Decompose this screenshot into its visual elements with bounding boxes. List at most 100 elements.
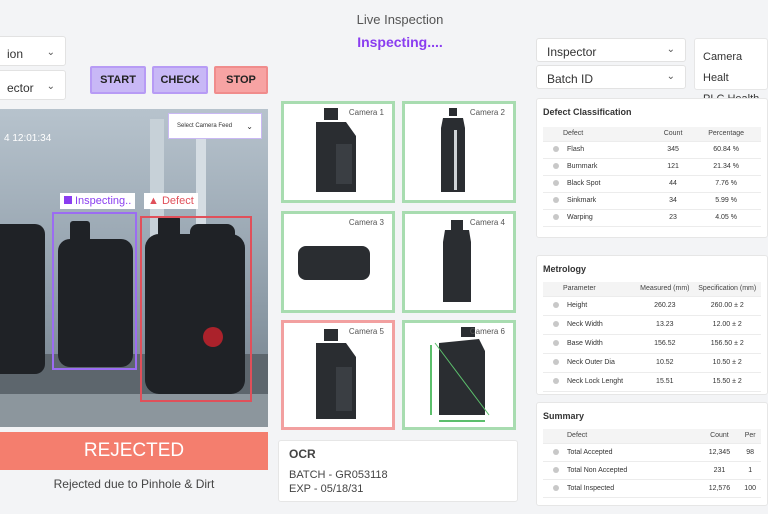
inspection-status: Inspecting....: [357, 34, 443, 50]
status-dot-icon: [553, 484, 559, 491]
defect-count: 34: [654, 192, 692, 210]
health-panel: Camera Healt PLC Health: [694, 38, 768, 105]
rejected-banner: REJECTED: [0, 432, 268, 470]
defect-name: Black Spot: [567, 180, 601, 187]
column-header: Per: [739, 429, 761, 444]
left-dropdown-2[interactable]: ector ⌄: [0, 70, 66, 100]
ocr-line-1: BATCH - GR053118: [289, 469, 388, 481]
inspecting-tag-label: Inspecting..: [75, 195, 132, 207]
table-row: Sinkmark 34 5.99 %: [543, 192, 761, 210]
status-dot-icon: [553, 340, 559, 347]
batch-id-dropdown[interactable]: Batch ID ⌄: [536, 65, 686, 89]
left-dropdown-2-value: ector: [7, 81, 34, 95]
parameter-name: Neck Lock Lenght: [567, 378, 624, 385]
stop-button[interactable]: STOP: [214, 66, 268, 94]
defect-count: 44: [654, 175, 692, 193]
camera-tile-4[interactable]: Camera 4: [402, 211, 516, 313]
defect-percentage: 7.76 %: [691, 175, 761, 193]
summary-panel: Summary Defect Count Per Total Accepted …: [536, 402, 768, 506]
measured-value: 10.52: [636, 353, 694, 373]
parameter-name: Neck Width: [567, 321, 603, 328]
reject-reason: Rejected due to Pinhole & Dirt: [53, 477, 215, 491]
parameter-name: Neck Outer Dia: [567, 359, 615, 366]
inspector-dropdown-label: Inspector: [547, 45, 597, 59]
status-dot-icon: [553, 302, 559, 309]
specification-value: 156.50 ± 2: [693, 334, 761, 354]
left-dropdown-1-value: ion: [7, 47, 24, 61]
specification-value: 12.00 ± 2: [693, 315, 761, 335]
chevron-down-icon: ⌄: [246, 122, 253, 131]
check-button[interactable]: CHECK: [152, 66, 208, 94]
measured-value: 156.52: [636, 334, 694, 354]
metrology-title: Metrology: [543, 264, 587, 274]
square-icon: [64, 196, 72, 204]
camera-feed-select[interactable]: Select Camera Feed ⌄: [168, 113, 262, 139]
specification-value: 260.00 ± 2: [693, 296, 761, 316]
chevron-down-icon: ⌄: [46, 81, 55, 92]
parameter-name: Base Width: [567, 340, 603, 347]
video-timestamp: 4 12:01:34: [4, 133, 52, 144]
summary-count: 12,345: [699, 443, 740, 462]
measured-value: 260.23: [636, 296, 694, 316]
status-dot-icon: [553, 146, 559, 153]
camera-label: Camera 6: [469, 327, 505, 336]
defect-tag-label: Defect: [161, 195, 194, 207]
defect-classification-table: Defect Count Percentage Flash 345 60.84 …: [543, 127, 761, 227]
defect-name: Sinkmark: [567, 197, 597, 204]
ocr-title: OCR: [289, 447, 316, 461]
camera-label: Camera 2: [469, 108, 505, 117]
camera-label: Camera 1: [348, 108, 384, 117]
table-row: Burnmark 121 21.34 %: [543, 158, 761, 176]
ocr-panel: OCR BATCH - GR053118 EXP - 05/18/31: [278, 440, 518, 502]
camera-tile-1[interactable]: Camera 1: [281, 101, 395, 203]
inspecting-bounding-box: [52, 212, 137, 370]
bottle-image: [316, 329, 356, 419]
summary-count: 12,576: [699, 479, 740, 498]
bottle-image: [443, 220, 471, 302]
defect-name: Warping: [567, 214, 593, 221]
measured-value: 15.51: [636, 372, 694, 392]
chevron-down-icon: ⌄: [666, 44, 675, 55]
column-header: Percentage: [691, 127, 761, 142]
left-dropdown-1[interactable]: ion ⌄: [0, 36, 66, 66]
table-row: Black Spot 44 7.76 %: [543, 175, 761, 193]
table-row: Total Non Accepted 231 1: [543, 461, 761, 480]
column-header: Measured (mm): [636, 282, 694, 297]
bottle-image: [430, 327, 490, 422]
specification-value: 10.50 ± 2: [693, 353, 761, 373]
camera-tile-5[interactable]: Camera 5: [281, 320, 395, 430]
defect-name: Burnmark: [567, 163, 598, 170]
summary-label: Total Inspected: [567, 484, 615, 492]
bottle-image: [298, 246, 370, 280]
summary-label: Total Accepted: [567, 448, 613, 456]
defect-count: 23: [654, 209, 692, 227]
start-button[interactable]: START: [90, 66, 146, 94]
measured-value: 13.23: [636, 315, 694, 335]
defect-percentage: 21.34 %: [691, 158, 761, 176]
defect-percentage: 60.84 %: [691, 141, 761, 159]
defect-percentage: 4.05 %: [691, 209, 761, 227]
inspector-dropdown[interactable]: Inspector ⌄: [536, 38, 686, 62]
metrology-panel: Metrology Parameter Measured (mm) Specif…: [536, 255, 768, 395]
defect-bounding-box: [140, 216, 252, 402]
bottle-image: [441, 108, 465, 192]
camera-label: Camera 5: [348, 327, 384, 336]
table-row: Warping 23 4.05 %: [543, 209, 761, 227]
camera-tile-6[interactable]: Camera 6: [402, 320, 516, 430]
summary-table: Defect Count Per Total Accepted 12,345 9…: [543, 429, 761, 498]
column-header: Parameter: [543, 282, 637, 297]
camera-health-label: Camera Healt: [703, 51, 743, 84]
bottle-image: [316, 108, 356, 192]
column-header: Defect: [543, 127, 655, 142]
camera-tile-2[interactable]: Camera 2: [402, 101, 516, 203]
metrology-table: Parameter Measured (mm) Specification (m…: [543, 282, 761, 392]
status-dot-icon: [553, 448, 559, 455]
summary-label: Total Non Accepted: [567, 466, 628, 474]
camera-tile-3[interactable]: Camera 3: [281, 211, 395, 313]
summary-percentage: 98: [739, 443, 761, 462]
ocr-line-2: EXP - 05/18/31: [289, 483, 364, 495]
defect-tag: ▲ Defect: [144, 193, 198, 209]
status-dot-icon: [553, 466, 559, 473]
table-row: Total Inspected 12,576 100: [543, 479, 761, 498]
table-row: Height 260.23 260.00 ± 2: [543, 296, 761, 316]
